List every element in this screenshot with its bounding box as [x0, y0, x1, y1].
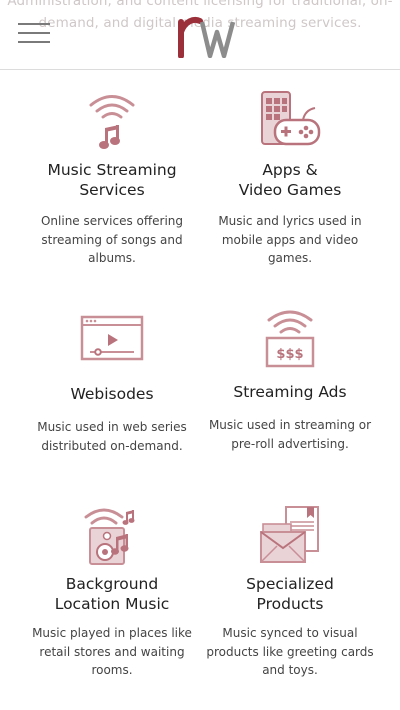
wifi-music-note-icon — [89, 95, 135, 149]
service-title-line2: Video Games — [238, 181, 342, 199]
svg-text:$$$: $$$ — [276, 347, 303, 362]
service-apps-video-games: Apps & Video Games Music and lyrics used… — [200, 90, 380, 268]
service-streaming-ads: $$$ Streaming Ads Music used in streamin… — [200, 306, 380, 453]
service-title-line1: Music Streaming — [47, 161, 177, 179]
hamburger-menu-icon[interactable] — [18, 23, 50, 43]
service-description: Music played in places like retail store… — [32, 626, 192, 677]
service-title-line1: Apps & — [262, 161, 318, 179]
service-title-line1: Specialized — [246, 575, 334, 593]
service-description: Music synced to visual products like gre… — [206, 626, 374, 677]
phone-gamepad-icon — [261, 91, 321, 146]
site-header — [0, 0, 400, 70]
speaker-music-icon — [84, 508, 135, 565]
service-webisodes: Webisodes Music used in web series distr… — [22, 312, 202, 455]
service-specialized-products: Specialized Products Music synced to vis… — [200, 504, 380, 680]
service-description: Music and lyrics used in mobile apps and… — [218, 214, 362, 265]
service-title: Streaming Ads — [233, 383, 347, 401]
greeting-card-envelope-icon — [260, 506, 319, 563]
brand-logo[interactable] — [176, 12, 238, 59]
service-title: Webisodes — [70, 385, 154, 403]
service-title-line2: Services — [79, 181, 145, 199]
service-description: Music used in streaming or pre-roll adve… — [208, 418, 372, 451]
service-title-line2: Products — [256, 595, 324, 613]
service-title-line2: Location Music — [54, 595, 170, 613]
service-description: Online services offering streaming of so… — [40, 214, 184, 265]
service-background-location-music: Background Location Music Music played i… — [22, 504, 202, 680]
service-music-streaming: Music Streaming Services Online services… — [22, 90, 202, 268]
rw-logo-mark — [178, 16, 236, 59]
wifi-dollar-sign-icon: $$$ — [265, 310, 315, 368]
service-description: Music used in web series distributed on-… — [37, 420, 187, 453]
service-title-line1: Background — [65, 575, 159, 593]
video-player-icon — [80, 315, 144, 361]
